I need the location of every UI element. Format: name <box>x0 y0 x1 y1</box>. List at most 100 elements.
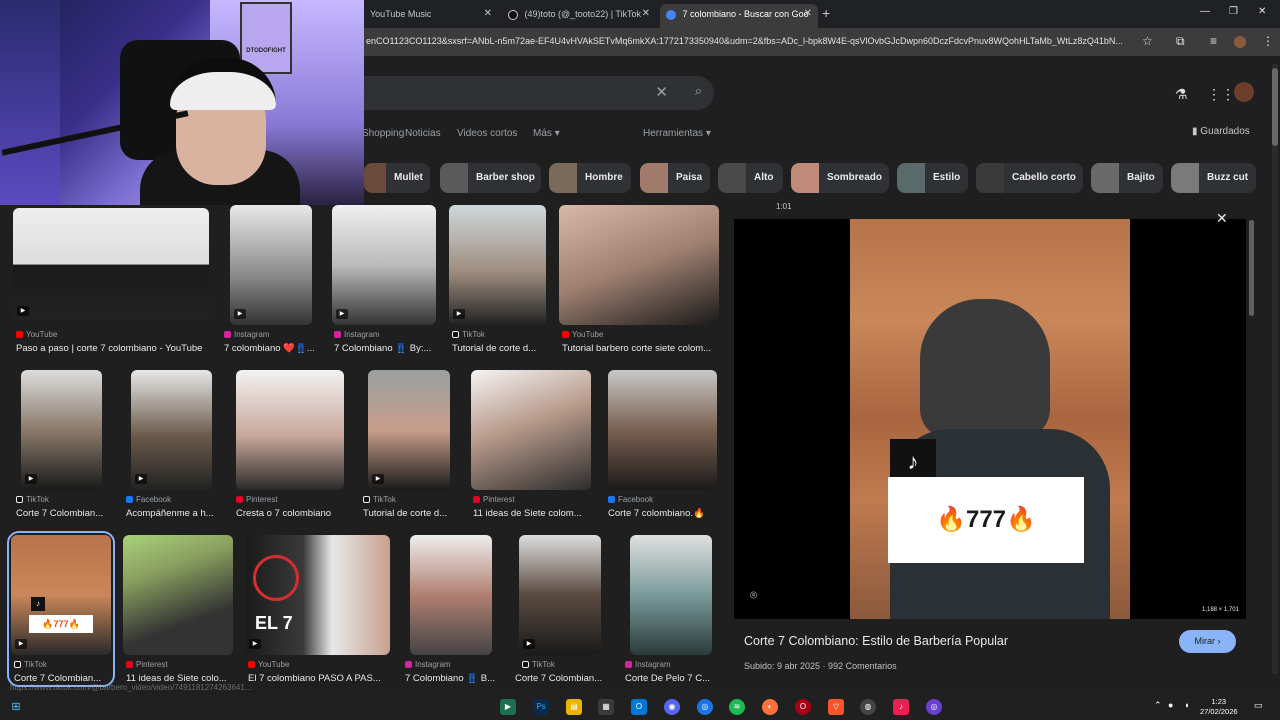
result-image[interactable]: 🔥777🔥 ♪ <box>11 535 111 655</box>
clock[interactable]: 1:23 27/02/2026 <box>1200 697 1238 717</box>
clear-icon[interactable]: ✕ <box>655 83 668 101</box>
chip-bajito[interactable]: Bajito <box>1091 163 1163 193</box>
minimize-icon[interactable]: — <box>1200 6 1210 17</box>
result-card[interactable]: Pinterest Cresta o 7 colombiano <box>236 370 344 520</box>
brave-icon[interactable]: ▽ <box>828 699 844 715</box>
tab-google-search[interactable]: 7 colombiano - Buscar con Goo ✕ <box>660 4 818 28</box>
page-scrollbar-track[interactable] <box>1272 64 1278 674</box>
result-caption[interactable]: Tutorial de corte d... <box>363 508 458 519</box>
chip-alto[interactable]: Alto <box>718 163 783 193</box>
result-caption[interactable]: 11 ideas de Siete colom... <box>473 508 593 519</box>
result-card[interactable]: Instagram 7 Colombiano 👖 B... <box>405 535 495 685</box>
result-image[interactable] <box>123 535 233 655</box>
preview-scrollbar[interactable] <box>1249 220 1254 316</box>
result-image[interactable] <box>21 370 102 490</box>
result-caption[interactable]: El 7 colombiano PASO A PAS... <box>248 673 393 684</box>
tab-tiktok[interactable]: (49)toto (@_tooto22) | TikTok ✕ <box>502 4 656 28</box>
result-card[interactable]: ▶ TikTok Corte 7 Colombian... <box>515 535 602 685</box>
result-caption[interactable]: 7 Colombiano 👖 B... <box>405 673 500 684</box>
result-caption[interactable]: Corte 7 colombiano.🔥 <box>608 508 717 519</box>
result-caption[interactable]: Tutorial barbero corte siete colom... <box>562 343 722 354</box>
file-explorer-icon[interactable]: ▤ <box>566 699 582 715</box>
result-caption[interactable]: Acompáñenme a h... <box>126 508 221 519</box>
chip-buzz-cut[interactable]: Buzz cut <box>1171 163 1256 193</box>
chip-estilo[interactable]: Estilo <box>897 163 968 193</box>
result-caption[interactable]: Corte 7 Colombian... <box>16 508 116 519</box>
tiktok-app-icon[interactable]: ♪ <box>893 699 909 715</box>
result-card[interactable]: Facebook Corte 7 colombiano.🔥 <box>608 370 717 520</box>
result-card[interactable]: EL 7 ▶ YouTube El 7 colombiano PASO A PA… <box>245 535 390 685</box>
volume-icon[interactable]: ◖ <box>1184 700 1189 710</box>
result-image[interactable] <box>519 535 601 655</box>
search-icon[interactable]: ⌕ <box>695 83 702 99</box>
watch-button[interactable]: Mirar › <box>1179 630 1236 653</box>
close-window-icon[interactable]: ✕ <box>1258 6 1266 17</box>
result-caption[interactable]: Paso a paso | corte 7 colombiano - YouTu… <box>16 343 212 354</box>
account-avatar[interactable] <box>1234 82 1254 102</box>
menu-icon[interactable]: ⋮ <box>1262 34 1274 48</box>
tab-short-videos[interactable]: Videos cortos <box>457 128 517 139</box>
page-scrollbar-thumb[interactable] <box>1272 68 1278 146</box>
photoshop-icon[interactable]: Ps <box>533 699 549 715</box>
close-icon[interactable]: ✕ <box>642 4 650 24</box>
result-card[interactable]: ▶ Instagram 7 colombiano ❤️👖... <box>224 205 315 355</box>
mic-icon[interactable]: ● <box>1168 700 1173 710</box>
notifications-icon[interactable]: ▭ <box>1254 700 1263 711</box>
result-card[interactable]: ▶ TikTok Tutorial de corte d... <box>449 205 546 355</box>
close-icon[interactable]: ✕ <box>1216 210 1228 227</box>
opera-icon[interactable]: O <box>795 699 811 715</box>
app-icon-1[interactable]: ▶ <box>500 699 516 715</box>
result-card[interactable]: ▶ TikTok Tutorial de corte d... <box>363 370 450 520</box>
result-card[interactable]: YouTube Tutorial barbero corte siete col… <box>559 205 719 355</box>
result-caption[interactable]: Corte De Pelo 7 C... <box>625 673 715 684</box>
lens-search-icon[interactable]: ⌾ <box>750 588 757 603</box>
result-image[interactable] <box>449 205 546 325</box>
close-icon[interactable]: ✕ <box>804 4 812 24</box>
result-image[interactable] <box>630 535 712 655</box>
result-card[interactable]: ▶ YouTube Paso a paso | corte 7 colombia… <box>13 208 209 358</box>
saved-button[interactable]: ▮ Guardados <box>1192 126 1250 137</box>
outlook-icon[interactable]: O <box>631 699 647 715</box>
tray-chevron-icon[interactable]: ⌃ <box>1154 700 1162 711</box>
chrome-icon[interactable]: ◎ <box>697 699 713 715</box>
result-card[interactable]: Instagram Corte De Pelo 7 C... <box>625 535 712 685</box>
tab-more[interactable]: Más ▾ <box>533 128 560 139</box>
result-image[interactable]: EL 7 <box>245 535 390 655</box>
spotify-icon[interactable]: ≋ <box>729 699 745 715</box>
tab-youtube-music[interactable]: YouTube Music ✕ <box>364 4 498 28</box>
profile-avatar[interactable] <box>1234 36 1246 48</box>
preview-image[interactable]: ♪ 🔥777🔥 <box>850 219 1130 619</box>
result-card[interactable]: Pinterest 11 ideas de Siete colo... <box>123 535 233 685</box>
result-caption[interactable]: Corte 7 Colombian... <box>515 673 610 684</box>
result-image[interactable] <box>230 205 312 325</box>
close-icon[interactable]: ✕ <box>484 4 492 24</box>
result-card[interactable]: ▶ Instagram 7 Colombiano 👖 By:... <box>332 205 436 355</box>
address-bar[interactable]: enCO1123CO1123&sxsrf=ANbL-n5m72ae-EF4U4v… <box>366 36 1136 46</box>
result-image[interactable] <box>471 370 591 490</box>
chip-sombreado[interactable]: Sombreado <box>791 163 889 193</box>
search-input[interactable]: ✕ ⌕ <box>340 76 714 110</box>
tab-news[interactable]: Noticias <box>405 128 441 139</box>
windows-start-icon[interactable]: ⊞ <box>8 699 24 715</box>
result-caption[interactable]: 7 Colombiano 👖 By:... <box>334 343 438 354</box>
tab-shopping[interactable]: Shopping <box>362 128 404 139</box>
result-card[interactable]: ▶ Facebook Acompáñenme a h... <box>126 370 214 520</box>
chip-barber-shop[interactable]: Barber shop <box>440 163 541 193</box>
result-image[interactable] <box>410 535 492 655</box>
preview-title[interactable]: Corte 7 Colombiano: Estilo de Barbería P… <box>744 634 1008 648</box>
chip-paisa[interactable]: Paisa <box>640 163 710 193</box>
result-caption[interactable]: Tutorial de corte d... <box>452 343 549 354</box>
result-card[interactable]: Pinterest 11 ideas de Siete colom... <box>471 370 591 520</box>
result-image[interactable] <box>608 370 717 490</box>
result-caption[interactable]: 7 colombiano ❤️👖... <box>224 343 319 354</box>
result-image[interactable] <box>131 370 212 490</box>
obs-icon[interactable]: ◍ <box>860 699 876 715</box>
result-image[interactable] <box>332 205 436 325</box>
labs-flask-icon[interactable]: ⚗ <box>1175 86 1188 103</box>
firefox-icon[interactable]: ◐ <box>762 699 778 715</box>
result-card[interactable]: ▶ TikTok Corte 7 Colombian... <box>16 370 103 520</box>
result-image[interactable] <box>368 370 450 490</box>
calculator-icon[interactable]: ▦ <box>598 699 614 715</box>
result-image[interactable] <box>13 208 209 320</box>
tools-button[interactable]: Herramientas ▾ <box>643 128 711 139</box>
